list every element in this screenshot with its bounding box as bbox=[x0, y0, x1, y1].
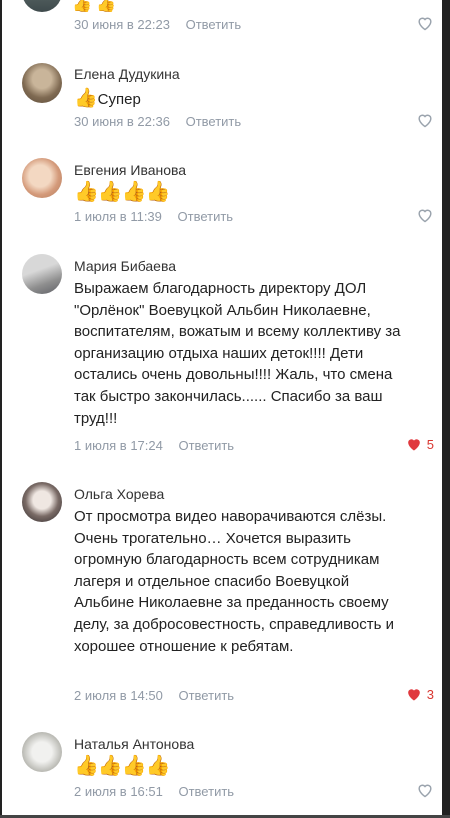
avatar[interactable] bbox=[22, 254, 62, 294]
avatar[interactable] bbox=[22, 158, 62, 198]
heart-outline-icon bbox=[418, 784, 432, 798]
author-name[interactable]: Ольга Хорева bbox=[74, 486, 164, 502]
thumb-emoji-icon: 👍 bbox=[97, 755, 123, 777]
reply-button[interactable]: Ответить bbox=[178, 688, 234, 703]
like-button[interactable]: 3 bbox=[405, 686, 434, 702]
thumb-emoji-icon: 👍 bbox=[145, 755, 171, 777]
comment-meta: 1 июля в 17:24 Ответить bbox=[74, 438, 234, 453]
left-frame-edge bbox=[0, 0, 2, 818]
author-name[interactable]: Мария Бибаева bbox=[74, 258, 176, 274]
thumb-emoji-icon: 👍 bbox=[97, 181, 123, 203]
heart-filled-icon bbox=[407, 689, 420, 701]
comment-text: От просмотра видео наворачиваются слёзы.… bbox=[74, 508, 394, 655]
reply-button[interactable]: Ответить bbox=[178, 209, 234, 224]
comment-meta: 1 июля в 11:39 Ответить bbox=[74, 209, 233, 224]
comment-time: 1 июля в 11:39 bbox=[74, 209, 162, 224]
comment-meta: 30 июня в 22:36 Ответить bbox=[74, 114, 241, 129]
thumb-emoji-icon: 👍 bbox=[96, 0, 117, 12]
like-button[interactable] bbox=[416, 207, 434, 223]
reply-button[interactable]: Ответить bbox=[186, 17, 242, 32]
thumb-emoji-icon: 👍 bbox=[145, 181, 171, 203]
comment-text-value: Супер bbox=[97, 91, 141, 108]
thumb-emoji-icon: 👍 bbox=[121, 755, 147, 777]
comment-time: 2 июля в 14:50 bbox=[74, 688, 163, 703]
heart-outline-icon bbox=[418, 209, 432, 223]
avatar[interactable] bbox=[22, 732, 62, 772]
avatar[interactable] bbox=[22, 482, 62, 522]
like-button[interactable] bbox=[416, 15, 434, 31]
author-name[interactable]: Евгения Иванова bbox=[74, 162, 186, 178]
comment-time: 30 июня в 22:36 bbox=[74, 114, 170, 129]
comment-meta: 2 июля в 14:50 Ответить bbox=[74, 688, 234, 703]
thumb-emoji-icon: 👍 bbox=[74, 181, 99, 203]
partial-emoji-row: 👍 👍 bbox=[72, 0, 116, 12]
comment-meta: 30 июня в 22:23 Ответить bbox=[74, 17, 241, 32]
like-button[interactable] bbox=[416, 112, 434, 128]
reply-button[interactable]: Ответить bbox=[178, 438, 234, 453]
comment-time: 1 июля в 17:24 bbox=[74, 438, 163, 453]
comment-text: Выражаем благодарность директору ДОЛ "Ор… bbox=[74, 280, 401, 427]
reply-button[interactable]: Ответить bbox=[186, 114, 242, 129]
like-count: 5 bbox=[426, 436, 434, 452]
like-button[interactable] bbox=[416, 782, 434, 798]
thumb-emoji-icon: 👍 bbox=[72, 0, 92, 12]
emoji-row: 👍👍👍👍 bbox=[74, 755, 406, 778]
right-frame-edge bbox=[442, 0, 450, 818]
comment-text: 👍Супер bbox=[74, 88, 406, 111]
reply-button[interactable]: Ответить bbox=[178, 784, 234, 799]
like-count: 3 bbox=[426, 686, 434, 702]
like-button[interactable]: 5 bbox=[405, 436, 434, 452]
comment-time: 2 июля в 16:51 bbox=[74, 784, 163, 799]
comment-time: 30 июня в 22:23 bbox=[74, 17, 170, 32]
author-name[interactable]: Елена Дудукина bbox=[74, 66, 180, 82]
heart-filled-icon bbox=[407, 439, 420, 451]
avatar[interactable] bbox=[22, 63, 62, 103]
author-name[interactable]: Наталья Антонова bbox=[74, 736, 194, 752]
thumb-emoji-icon: 👍 bbox=[74, 755, 99, 777]
comment-meta: 2 июля в 16:51 Ответить bbox=[74, 784, 234, 799]
emoji-row: 👍👍👍👍 bbox=[74, 181, 406, 204]
thumb-emoji-icon: 👍 bbox=[74, 88, 98, 109]
avatar[interactable] bbox=[22, 0, 62, 12]
heart-outline-icon bbox=[418, 17, 432, 31]
heart-outline-icon bbox=[418, 114, 432, 128]
thumb-emoji-icon: 👍 bbox=[121, 181, 147, 203]
